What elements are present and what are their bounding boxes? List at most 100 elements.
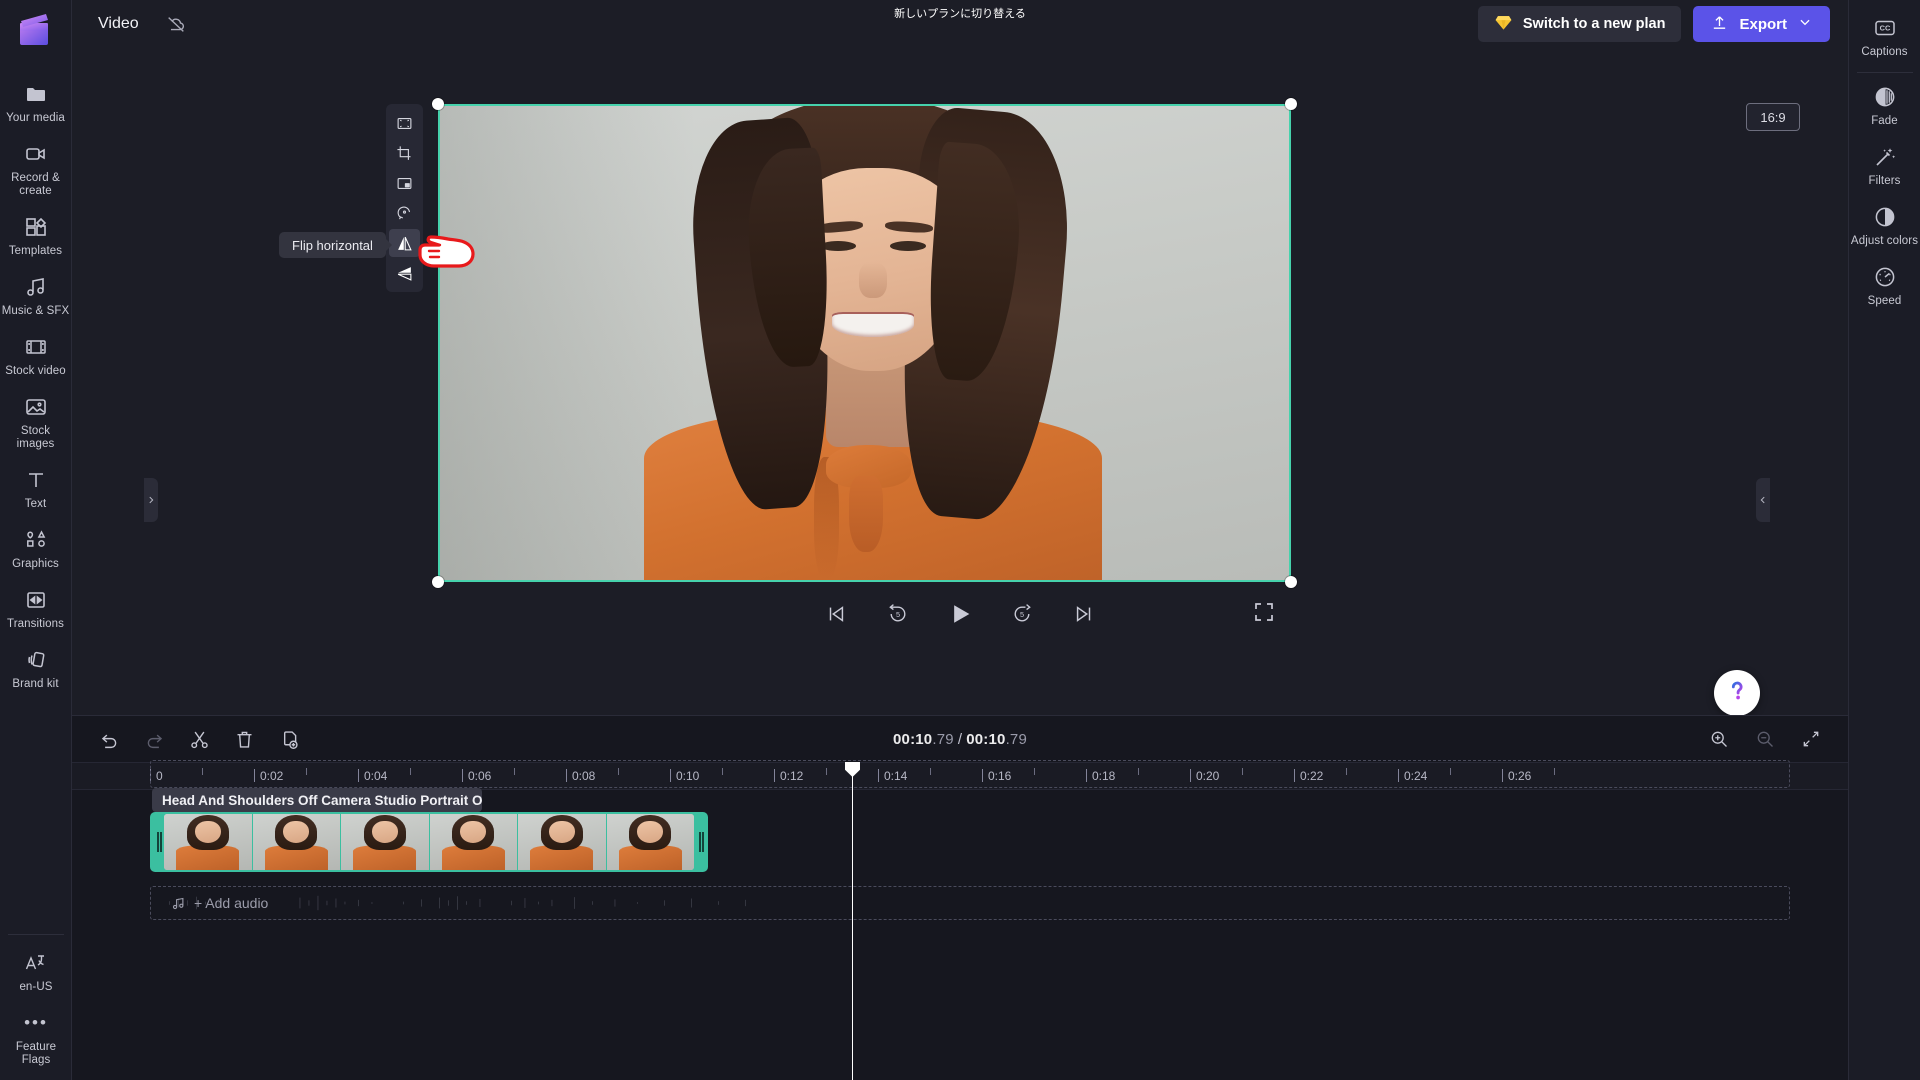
- sidebar-label: Record & create: [11, 172, 60, 197]
- sidebar-item-feature-flags[interactable]: ••• Feature Flags: [0, 1001, 72, 1074]
- sidebar-label: en-US: [19, 981, 53, 993]
- add-audio-track[interactable]: + Add audio: [150, 886, 1790, 920]
- captions-button[interactable]: CC Captions: [1849, 6, 1920, 66]
- text-icon: [23, 467, 49, 493]
- sidebar-label: Text: [24, 498, 47, 510]
- cc-icon: CC: [1872, 15, 1898, 41]
- sidebar-label: Templates: [8, 245, 63, 257]
- undo-button[interactable]: [94, 724, 124, 754]
- video-camera-icon: [23, 141, 49, 167]
- zoom-out-button[interactable]: [1750, 724, 1780, 754]
- playback-controls: 5 5: [72, 590, 1848, 638]
- sidebar-item-brand-kit[interactable]: Brand kit: [0, 638, 72, 698]
- top-header: Video 新しいプランに切り替える Switch to a new plan …: [72, 0, 1848, 48]
- sidebar-label: Graphics: [12, 558, 59, 570]
- sidebar-item-music-sfx[interactable]: Music & SFX: [0, 265, 72, 325]
- clip-thumbnail: [252, 814, 340, 870]
- clip-thumbnail: [518, 814, 606, 870]
- video-clip[interactable]: [150, 812, 708, 872]
- sidebar-item-stock-images[interactable]: Stock images: [0, 385, 72, 458]
- magic-wand-icon: [1872, 144, 1898, 170]
- clip-trim-handle-right[interactable]: [694, 814, 706, 870]
- more-dots-icon: •••: [24, 1013, 48, 1032]
- clip-thumbnail: [341, 814, 429, 870]
- help-button[interactable]: [1714, 670, 1760, 716]
- sidebar-item-speed[interactable]: Speed: [1849, 255, 1920, 315]
- svg-text:5: 5: [896, 610, 900, 619]
- sidebar-item-your-media[interactable]: Your media: [0, 72, 72, 132]
- clipchamp-logo[interactable]: [13, 8, 59, 54]
- clip-title-label: Head And Shoulders Off Camera Studio Por…: [152, 788, 482, 812]
- svg-text:CC: CC: [1879, 24, 1890, 33]
- clip-thumbnail: [429, 814, 517, 870]
- sidebar-item-text[interactable]: Text: [0, 458, 72, 518]
- sidebar-item-stock-video[interactable]: Stock video: [0, 325, 72, 385]
- switch-plan-label: Switch to a new plan: [1522, 16, 1666, 32]
- fit-to-frame-tool[interactable]: [389, 109, 420, 137]
- right-sidebar: CC Captions Fade Filters Adjust colors S…: [1848, 0, 1920, 1080]
- flip-vertical-tool[interactable]: [389, 259, 420, 287]
- time-separator: /: [957, 730, 963, 748]
- fullscreen-button[interactable]: [1252, 600, 1278, 626]
- total-time-frac: .79: [1005, 730, 1028, 748]
- time-display: 00:10.79/00:10.79: [893, 731, 1027, 748]
- fit-timeline-button[interactable]: [1796, 724, 1826, 754]
- question-mark-icon: [1724, 678, 1750, 709]
- fade-icon: [1872, 84, 1898, 110]
- sidebar-label: Feature Flags: [15, 1041, 57, 1066]
- delete-button[interactable]: [229, 724, 259, 754]
- split-button[interactable]: [184, 724, 214, 754]
- sidebar-label: Your media: [6, 112, 65, 124]
- export-button[interactable]: Export: [1693, 6, 1830, 42]
- rotate-tool[interactable]: [389, 199, 420, 227]
- sidebar-item-graphics[interactable]: Graphics: [0, 518, 72, 578]
- forward-5-button[interactable]: 5: [1008, 600, 1036, 628]
- clip-thumbnail: [606, 814, 694, 870]
- sidebar-label: Adjust colors: [1850, 235, 1919, 247]
- sidebar-divider: [8, 934, 64, 935]
- video-preview[interactable]: [438, 104, 1291, 582]
- skip-to-end-button[interactable]: [1070, 600, 1098, 628]
- sidebar-item-transitions[interactable]: Transitions: [0, 578, 72, 638]
- zoom-in-button[interactable]: [1704, 724, 1734, 754]
- flip-horizontal-tool[interactable]: [389, 229, 420, 257]
- timeline-panel: 00:10.79/00:10.79 0 0:02 0:04 0:06 0:08 …: [72, 715, 1848, 1080]
- music-note-icon: [23, 274, 49, 300]
- sidebar-item-filters[interactable]: Filters: [1849, 135, 1920, 195]
- sidebar-item-record-create[interactable]: Record & create: [0, 132, 72, 205]
- sidebar-item-language[interactable]: en-US: [0, 941, 72, 1001]
- sidebar-label: Fade: [1871, 115, 1898, 127]
- sidebar-item-fade[interactable]: Fade: [1849, 75, 1920, 135]
- redo-button[interactable]: [139, 724, 169, 754]
- flip-horizontal-tooltip: Flip horizontal: [279, 232, 386, 258]
- video-frame-image: [440, 106, 1289, 580]
- page-title[interactable]: Video: [98, 15, 139, 33]
- collapse-right-panel-button[interactable]: [1756, 478, 1770, 522]
- collapse-left-panel-button[interactable]: [144, 478, 158, 522]
- playhead[interactable]: [845, 762, 860, 1080]
- switch-plan-button[interactable]: Switch to a new plan: [1477, 6, 1682, 42]
- resize-handle-bottom-right[interactable]: [1285, 576, 1297, 588]
- sidebar-item-adjust-colors[interactable]: Adjust colors: [1849, 195, 1920, 255]
- plan-banner-text: 新しいプランに切り替える: [894, 8, 1026, 20]
- left-sidebar: Your media Record & create Templates Mus…: [0, 0, 72, 1080]
- skip-to-start-button[interactable]: [822, 600, 850, 628]
- duplicate-button[interactable]: [274, 724, 304, 754]
- resize-handle-top-left[interactable]: [432, 98, 444, 110]
- sidebar-label: Speed: [1867, 295, 1902, 307]
- resize-handle-top-right[interactable]: [1285, 98, 1297, 110]
- clipchamp-editor: Your media Record & create Templates Mus…: [0, 0, 1920, 1080]
- track-drop-zone-upper[interactable]: [150, 760, 1790, 788]
- speedometer-icon: [1872, 264, 1898, 290]
- contrast-icon: [1872, 204, 1898, 230]
- shapes-icon: [23, 527, 49, 553]
- folder-icon: [23, 81, 49, 107]
- picture-in-picture-tool[interactable]: [389, 169, 420, 197]
- clip-trim-handle-left[interactable]: [152, 814, 164, 870]
- resize-handle-bottom-left[interactable]: [432, 576, 444, 588]
- play-button[interactable]: [946, 600, 974, 628]
- sidebar-item-templates[interactable]: Templates: [0, 205, 72, 265]
- rewind-5-button[interactable]: 5: [884, 600, 912, 628]
- aspect-ratio-badge[interactable]: 16:9: [1746, 103, 1800, 131]
- crop-tool[interactable]: [389, 139, 420, 167]
